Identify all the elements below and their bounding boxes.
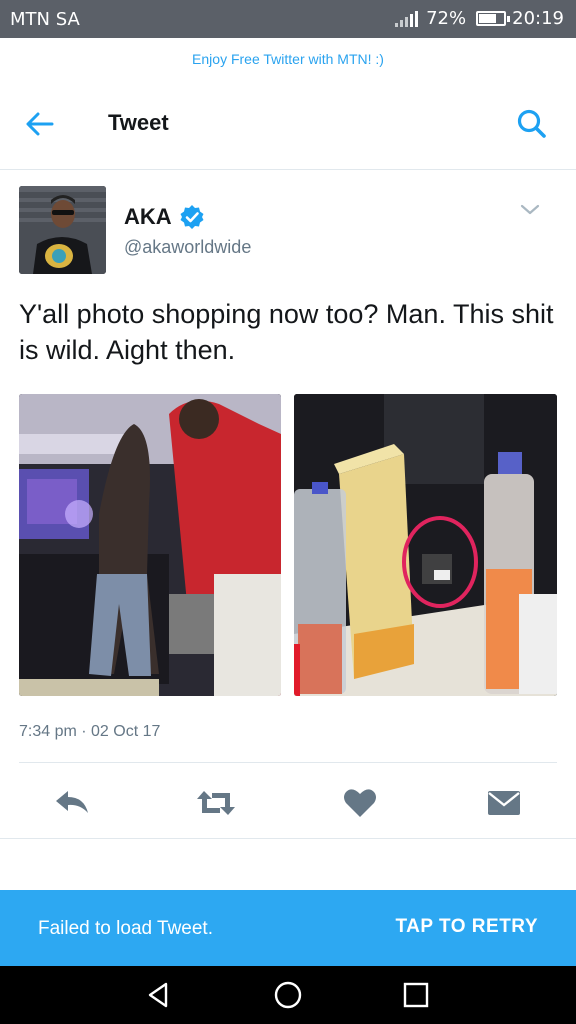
search-button[interactable] [512, 104, 552, 144]
search-icon [517, 109, 546, 138]
error-message: Failed to load Tweet. [38, 918, 213, 939]
nav-recents-button[interactable] [399, 978, 433, 1012]
chevron-down-icon [520, 204, 540, 215]
retry-button[interactable]: TAP TO RETRY [395, 916, 538, 938]
page-title: Tweet [108, 110, 169, 135]
heart-icon [344, 789, 376, 817]
avatar[interactable] [19, 186, 106, 274]
nav-home-button[interactable] [271, 978, 305, 1012]
divider [19, 762, 557, 763]
app-header: Tweet [0, 78, 576, 170]
square-recents-icon [403, 982, 429, 1008]
divider [0, 838, 576, 839]
status-indicators: 72% 20:19 [395, 8, 564, 29]
tweet-menu-button[interactable] [518, 200, 542, 220]
retweet-button[interactable] [194, 781, 238, 825]
triangle-back-icon [148, 982, 168, 1008]
like-button[interactable] [338, 781, 382, 825]
tweet-actions [0, 775, 576, 831]
tweet-photo-2[interactable] [294, 394, 557, 696]
promo-banner[interactable]: Enjoy Free Twitter with MTN! :) [0, 38, 576, 78]
author-handle[interactable]: @akaworldwide [124, 237, 251, 258]
carrier-name: MTN SA [10, 9, 80, 30]
back-button[interactable] [20, 104, 60, 144]
nav-back-button[interactable] [142, 978, 176, 1012]
tweet-text: Y'all photo shopping now too? Man. This … [19, 299, 554, 365]
tweet-photo-1[interactable] [19, 394, 281, 696]
signal-icon [395, 10, 419, 27]
error-banner: Failed to load Tweet. TAP TO RETRY [0, 890, 576, 966]
retweet-icon [197, 791, 235, 815]
clock: 20:19 [512, 8, 564, 29]
battery-percent: 72% [426, 8, 467, 29]
circle-home-icon [274, 981, 302, 1009]
verified-badge-icon [180, 205, 204, 229]
direct-message-button[interactable] [482, 781, 526, 825]
tweet-timestamp[interactable]: 7:34 pm · 02 Oct 17 [19, 723, 160, 741]
system-nav-bar [0, 966, 576, 1024]
reply-icon [56, 791, 88, 813]
envelope-icon [488, 791, 520, 815]
author-name[interactable]: AKA [124, 204, 172, 230]
reply-button[interactable] [50, 781, 94, 825]
arrow-left-icon [26, 112, 54, 136]
status-bar: MTN SA 72% 20:19 [0, 0, 576, 38]
battery-icon [476, 11, 511, 26]
